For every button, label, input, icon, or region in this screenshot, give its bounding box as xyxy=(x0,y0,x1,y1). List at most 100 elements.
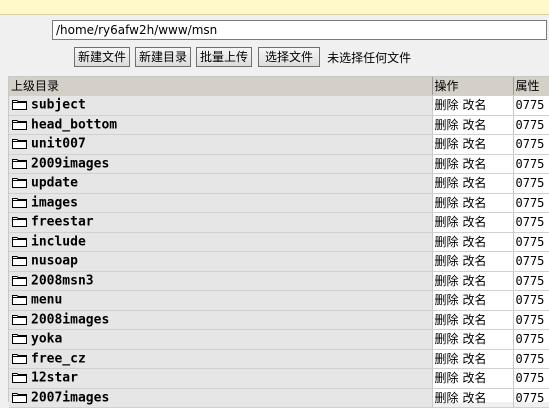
table-row: 12star 删除 改名 0775 xyxy=(9,368,549,389)
table-row: update 删除 改名 0775 xyxy=(9,173,549,194)
rename-link[interactable]: 改名 xyxy=(463,252,487,270)
folder-link[interactable]: menu xyxy=(31,293,62,308)
delete-link[interactable]: 删除 xyxy=(435,96,459,114)
attr-cell[interactable]: 0775 xyxy=(513,271,549,291)
delete-link[interactable]: 删除 xyxy=(435,389,459,407)
rename-link[interactable]: 改名 xyxy=(463,96,487,114)
rename-link[interactable]: 改名 xyxy=(463,213,487,231)
new-dir-button[interactable]: 新建目录 xyxy=(135,47,192,67)
rename-link[interactable]: 改名 xyxy=(463,272,487,290)
table-row: yoka 删除 改名 0775 xyxy=(9,329,549,350)
actions-cell: 删除 改名 xyxy=(432,134,514,155)
rename-link[interactable]: 改名 xyxy=(463,291,487,309)
attr-cell[interactable]: 0775 xyxy=(513,232,549,252)
attr-cell[interactable]: 0775 xyxy=(513,193,549,213)
actions-cell: 删除 改名 xyxy=(432,173,514,194)
folder-link[interactable]: 2009images xyxy=(31,156,109,171)
new-file-button[interactable]: 新建文件 xyxy=(74,47,131,67)
rename-link[interactable]: 改名 xyxy=(463,350,487,368)
actions-cell: 删除 改名 xyxy=(432,251,514,272)
attr-cell[interactable]: 0775 xyxy=(513,212,549,233)
folder-link[interactable]: unit007 xyxy=(31,137,86,152)
rename-link[interactable]: 改名 xyxy=(463,194,487,212)
delete-link[interactable]: 删除 xyxy=(435,233,459,251)
delete-link[interactable]: 删除 xyxy=(435,135,459,153)
delete-link[interactable]: 删除 xyxy=(435,311,459,329)
delete-link[interactable]: 删除 xyxy=(435,194,459,212)
folder-link[interactable]: yoka xyxy=(31,332,62,347)
attr-cell[interactable]: 0775 xyxy=(513,95,549,116)
attr-cell[interactable]: 0775 xyxy=(513,134,549,155)
path-input[interactable] xyxy=(52,20,547,40)
folder-link[interactable]: freestar xyxy=(31,215,94,230)
folder-link[interactable]: head_bottom xyxy=(31,117,117,132)
folder-name-cell: 2009images xyxy=(9,154,433,174)
folder-link[interactable]: 2008images xyxy=(31,312,109,327)
attr-cell[interactable]: 0775 xyxy=(513,251,549,272)
folder-name-cell: 2008msn3 xyxy=(9,271,433,291)
delete-link[interactable]: 删除 xyxy=(435,350,459,368)
attr-cell[interactable]: 0775 xyxy=(513,115,549,135)
folder-name-cell: update xyxy=(9,173,433,194)
rename-link[interactable]: 改名 xyxy=(463,174,487,192)
folder-link[interactable]: images xyxy=(31,195,78,210)
attr-cell[interactable]: 0775 xyxy=(513,329,549,350)
folder-link[interactable]: free_cz xyxy=(31,351,86,366)
folder-link[interactable]: 12star xyxy=(31,371,78,386)
table-row: 2008images 删除 改名 0775 xyxy=(9,310,549,330)
attr-cell[interactable]: 0775 xyxy=(513,310,549,330)
folder-name-cell: subject xyxy=(9,95,433,116)
rename-link[interactable]: 改名 xyxy=(463,155,487,173)
attr-cell[interactable]: 0775 xyxy=(513,349,549,369)
table-row: 2008msn3 删除 改名 0775 xyxy=(9,271,549,291)
folder-link[interactable]: nusoap xyxy=(31,254,78,269)
attr-cell[interactable]: 0775 xyxy=(513,290,549,311)
parent-dir-link[interactable]: 上级目录 xyxy=(9,77,433,96)
actions-cell: 删除 改名 xyxy=(432,349,514,369)
actions-cell: 删除 改名 xyxy=(432,310,514,330)
delete-link[interactable]: 删除 xyxy=(435,369,459,387)
actions-cell: 删除 改名 xyxy=(432,290,514,311)
rename-link[interactable]: 改名 xyxy=(463,233,487,251)
folder-icon xyxy=(12,158,27,169)
folder-name-cell: 2008images xyxy=(9,310,433,330)
rename-link[interactable]: 改名 xyxy=(463,135,487,153)
rename-link[interactable]: 改名 xyxy=(463,330,487,348)
actions-cell: 删除 改名 xyxy=(432,154,514,174)
table-header: 上级目录 操作 属性 xyxy=(9,77,549,96)
folder-name-cell: unit007 xyxy=(9,134,433,155)
delete-link[interactable]: 删除 xyxy=(435,116,459,134)
attr-cell[interactable]: 0775 xyxy=(513,388,549,408)
rename-link[interactable]: 改名 xyxy=(463,369,487,387)
folder-icon xyxy=(12,197,27,208)
delete-link[interactable]: 删除 xyxy=(435,174,459,192)
delete-link[interactable]: 删除 xyxy=(435,252,459,270)
table-row: nusoap 删除 改名 0775 xyxy=(9,251,549,272)
actions-header: 操作 xyxy=(432,77,514,96)
choose-file-button[interactable]: 选择文件 xyxy=(258,47,321,67)
folder-link[interactable]: include xyxy=(31,234,86,249)
attr-cell[interactable]: 0775 xyxy=(513,173,549,194)
folder-link[interactable]: subject xyxy=(31,98,86,113)
rename-link[interactable]: 改名 xyxy=(463,389,487,407)
attr-cell[interactable]: 0775 xyxy=(513,368,549,389)
rename-link[interactable]: 改名 xyxy=(463,116,487,134)
folder-name-cell: menu xyxy=(9,290,433,311)
folder-link[interactable]: 2008msn3 xyxy=(31,273,94,288)
folder-link[interactable]: update xyxy=(31,176,78,191)
table-row: include 删除 改名 0775 xyxy=(9,232,549,252)
folder-link[interactable]: 2007images xyxy=(31,390,109,405)
delete-link[interactable]: 删除 xyxy=(435,213,459,231)
rename-link[interactable]: 改名 xyxy=(463,311,487,329)
attr-cell[interactable]: 0775 xyxy=(513,154,549,174)
folder-icon xyxy=(12,353,27,364)
folder-icon xyxy=(12,314,27,325)
folder-name-cell: freestar xyxy=(9,212,433,233)
batch-upload-button[interactable]: 批量上传 xyxy=(196,47,253,67)
delete-link[interactable]: 删除 xyxy=(435,330,459,348)
delete-link[interactable]: 删除 xyxy=(435,155,459,173)
delete-link[interactable]: 删除 xyxy=(435,272,459,290)
delete-link[interactable]: 删除 xyxy=(435,291,459,309)
table-row: 2007images 删除 改名 0775 xyxy=(9,388,549,408)
folder-icon xyxy=(12,275,27,286)
